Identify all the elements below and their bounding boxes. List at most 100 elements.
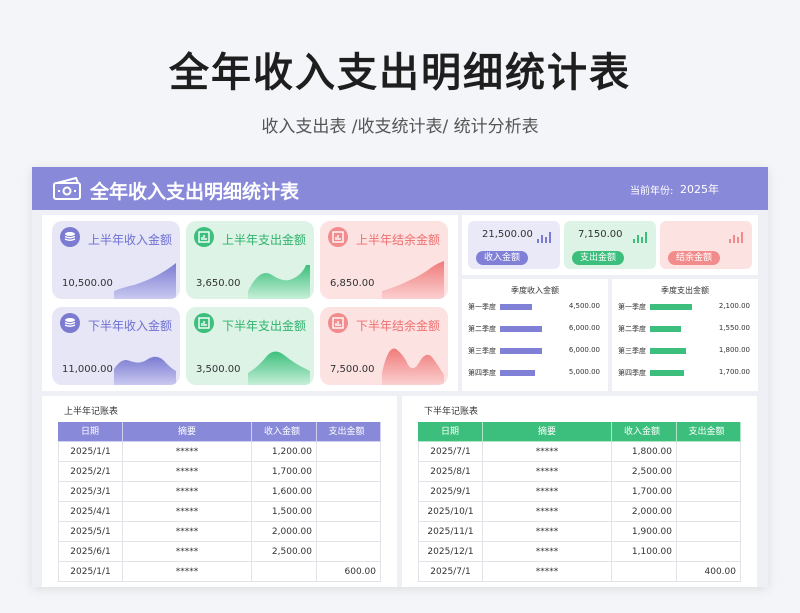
table-cell[interactable]: 1,700.00: [612, 482, 677, 502]
table-cell[interactable]: *****: [123, 542, 252, 562]
table-cell[interactable]: 2025/1/1: [58, 562, 123, 582]
table-cell[interactable]: [317, 522, 381, 542]
table-cell[interactable]: 2025/12/1: [418, 542, 483, 562]
column-header[interactable]: 收入金额: [252, 422, 317, 442]
table-row[interactable]: 2025/6/1 ***** 2,500.00: [58, 542, 381, 562]
sheet-header: 全年收入支出明细统计表 当前年份: 2025年: [32, 167, 768, 210]
ledger-h2-caption: 下半年记账表: [424, 407, 479, 417]
kpi-card-h2-balance: 下半年结余金额 7,500.00: [320, 307, 448, 385]
table-cell[interactable]: 2025/2/1: [58, 462, 123, 482]
table-cell[interactable]: 2025/3/1: [58, 482, 123, 502]
table-row[interactable]: 2025/12/1 ***** 1,100.00: [418, 542, 741, 562]
table-cell[interactable]: *****: [483, 522, 612, 542]
quarter-label: 第二季度: [618, 325, 646, 333]
column-header[interactable]: 日期: [418, 422, 483, 442]
table-cell[interactable]: 400.00: [677, 562, 741, 582]
table-cell[interactable]: 2,500.00: [252, 542, 317, 562]
summary-panel: 21,500.00 收入金额 7,150.00 支出金额 结余金额: [462, 215, 758, 275]
quarter-label: 第一季度: [468, 303, 496, 311]
table-cell[interactable]: *****: [483, 462, 612, 482]
table-cell[interactable]: [677, 542, 741, 562]
table-cell[interactable]: 2,500.00: [612, 462, 677, 482]
money-icon: [53, 177, 81, 200]
table-cell[interactable]: [317, 442, 381, 462]
table-cell[interactable]: *****: [483, 482, 612, 502]
table-cell[interactable]: 1,500.00: [252, 502, 317, 522]
page-title: 全年收入支出明细统计表: [169, 50, 631, 96]
table-row[interactable]: 2025/9/1 ***** 1,700.00: [418, 482, 741, 502]
table-cell[interactable]: 2,000.00: [612, 502, 677, 522]
column-header[interactable]: 支出金额: [317, 422, 381, 442]
quarter-row: 第三季度 6,000.00: [462, 345, 608, 357]
table-cell[interactable]: [677, 522, 741, 542]
table-cell[interactable]: 2025/9/1: [418, 482, 483, 502]
table-cell[interactable]: 2025/1/1: [58, 442, 123, 462]
table-cell[interactable]: *****: [483, 542, 612, 562]
table-cell[interactable]: 1,900.00: [612, 522, 677, 542]
table-row[interactable]: 2025/2/1 ***** 1,700.00: [58, 462, 381, 482]
table-cell[interactable]: *****: [123, 522, 252, 542]
table-cell[interactable]: *****: [123, 502, 252, 522]
table-cell[interactable]: [677, 462, 741, 482]
table-cell[interactable]: 2025/7/1: [418, 442, 483, 462]
table-cell[interactable]: *****: [483, 562, 612, 582]
chart-icon: [194, 313, 214, 333]
table-row[interactable]: 2025/1/1 ***** 600.00: [58, 562, 381, 582]
table-cell[interactable]: *****: [123, 562, 252, 582]
kpi-label: 上半年收入金额: [87, 233, 172, 247]
table-row[interactable]: 2025/4/1 ***** 1,500.00: [58, 502, 381, 522]
table-cell[interactable]: [677, 502, 741, 522]
table-row[interactable]: 2025/1/1 ***** 1,200.00: [58, 442, 381, 462]
table-cell[interactable]: *****: [123, 462, 252, 482]
table-cell[interactable]: 2025/10/1: [418, 502, 483, 522]
table-row[interactable]: 2025/10/1 ***** 2,000.00: [418, 502, 741, 522]
table-row[interactable]: 2025/3/1 ***** 1,600.00: [58, 482, 381, 502]
table-cell[interactable]: 1,700.00: [252, 462, 317, 482]
table-cell[interactable]: 1,800.00: [612, 442, 677, 462]
table-cell[interactable]: [317, 502, 381, 522]
kpi-card-h2-income: 下半年收入金额 11,000.00: [52, 307, 180, 385]
table-cell[interactable]: 1,100.00: [612, 542, 677, 562]
table-row[interactable]: 2025/7/1 ***** 400.00: [418, 562, 741, 582]
table-cell[interactable]: 2025/8/1: [418, 462, 483, 482]
column-header[interactable]: 日期: [58, 422, 123, 442]
table-cell[interactable]: 2025/11/1: [418, 522, 483, 542]
table-cell[interactable]: *****: [483, 502, 612, 522]
table-cell[interactable]: *****: [123, 442, 252, 462]
table-cell[interactable]: 1,600.00: [252, 482, 317, 502]
table-cell[interactable]: 2,000.00: [252, 522, 317, 542]
table-cell[interactable]: [252, 562, 317, 582]
table-cell[interactable]: [677, 482, 741, 502]
table-cell[interactable]: [317, 482, 381, 502]
table-cell[interactable]: [677, 442, 741, 462]
table-cell[interactable]: 2025/5/1: [58, 522, 123, 542]
kpi-sparkline: [382, 261, 444, 299]
summary-value: 21,500.00: [482, 229, 533, 240]
kpi-value: 10,500.00: [62, 278, 113, 289]
table-cell[interactable]: 1,200.00: [252, 442, 317, 462]
kpi-label: 下半年结余金额: [355, 319, 440, 333]
column-header[interactable]: 摘要: [483, 422, 612, 442]
table-cell[interactable]: *****: [483, 442, 612, 462]
table-row[interactable]: 2025/7/1 ***** 1,800.00: [418, 442, 741, 462]
column-header[interactable]: 支出金额: [677, 422, 741, 442]
table-row[interactable]: 2025/8/1 ***** 2,500.00: [418, 462, 741, 482]
table-cell[interactable]: 2025/4/1: [58, 502, 123, 522]
kpi-sparkline: [248, 351, 310, 385]
summary-card-income: 21,500.00 收入金额: [468, 221, 560, 269]
table-cell[interactable]: [317, 542, 381, 562]
column-header[interactable]: 摘要: [123, 422, 252, 442]
quarter-bar: [650, 304, 692, 310]
table-cell[interactable]: 600.00: [317, 562, 381, 582]
table-cell[interactable]: 2025/6/1: [58, 542, 123, 562]
table-cell[interactable]: [612, 562, 677, 582]
table-cell[interactable]: *****: [123, 482, 252, 502]
kpi-label: 下半年收入金额: [87, 319, 172, 333]
table-cell[interactable]: 2025/7/1: [418, 562, 483, 582]
column-header[interactable]: 收入金额: [612, 422, 677, 442]
table-row[interactable]: 2025/11/1 ***** 1,900.00: [418, 522, 741, 542]
bar-chart-icon: [633, 232, 647, 243]
table-cell[interactable]: [317, 462, 381, 482]
table-row[interactable]: 2025/5/1 ***** 2,000.00: [58, 522, 381, 542]
quarter-row: 第四季度 1,700.00: [612, 367, 758, 379]
